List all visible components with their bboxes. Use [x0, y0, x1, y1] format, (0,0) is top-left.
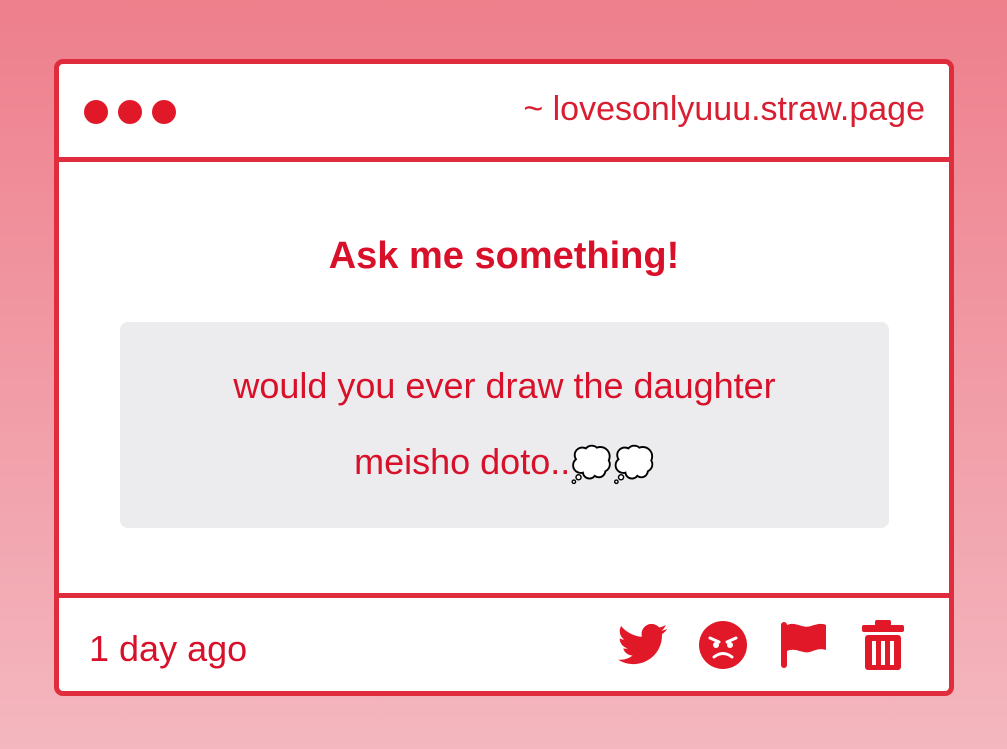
card-footer: 1 day ago	[59, 593, 949, 691]
page-title: Ask me something!	[328, 235, 680, 277]
card-content: Ask me something! would you ever draw th…	[59, 162, 949, 588]
flag-icon	[781, 622, 826, 668]
report-button[interactable]	[777, 619, 829, 671]
window-dot-icon	[152, 100, 176, 124]
question-text: would you ever draw the daughter meisho …	[233, 364, 776, 482]
delete-button[interactable]	[857, 619, 909, 671]
page-url: ~ lovesonlyuuu.straw.page	[523, 90, 925, 128]
question-text-wrap: would you ever draw the daughter meisho …	[205, 348, 805, 503]
twitter-icon	[618, 624, 668, 665]
share-twitter-button[interactable]	[617, 619, 669, 671]
window-dot-icon	[118, 100, 142, 124]
trash-icon	[862, 620, 904, 670]
window-controls	[84, 100, 176, 124]
timestamp: 1 day ago	[89, 628, 248, 669]
window-dot-icon	[84, 100, 108, 124]
angry-face-icon	[699, 621, 747, 669]
window-titlebar: ~ lovesonlyuuu.straw.page	[59, 64, 949, 162]
ask-card: ~ lovesonlyuuu.straw.page Ask me somethi…	[54, 59, 954, 696]
react-angry-button[interactable]	[697, 619, 749, 671]
thought-bubble-emoji: 💭💭	[570, 445, 655, 484]
action-bar	[617, 619, 909, 671]
question-box: would you ever draw the daughter meisho …	[120, 322, 889, 528]
